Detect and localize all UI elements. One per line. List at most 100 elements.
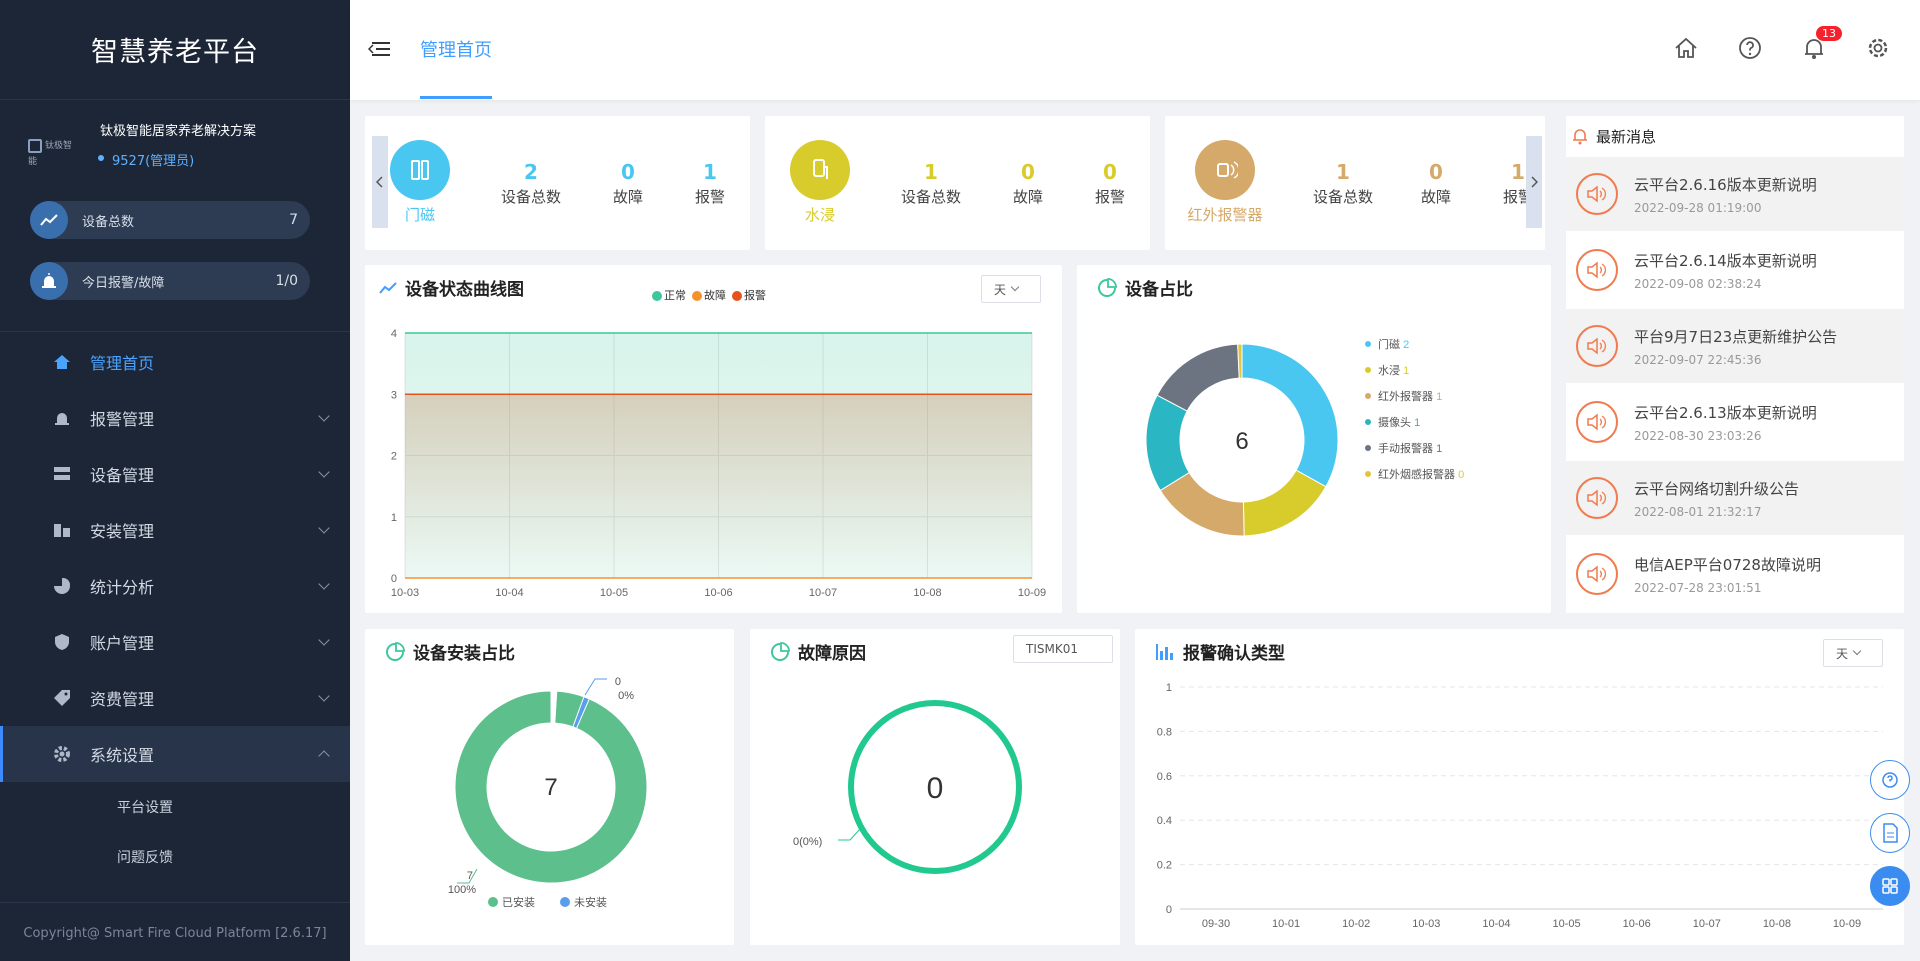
bell-icon bbox=[1572, 127, 1588, 145]
legend-dot bbox=[1365, 445, 1371, 451]
carousel-next-button[interactable] bbox=[1526, 136, 1542, 228]
device-total-pill[interactable]: 设备总数 7 bbox=[30, 201, 310, 239]
apps-float-button[interactable] bbox=[1870, 866, 1910, 906]
divider bbox=[0, 902, 350, 903]
menu-item-device[interactable]: 设备管理 bbox=[0, 446, 350, 502]
door-sensor-icon bbox=[390, 140, 450, 200]
home-icon[interactable] bbox=[1672, 34, 1700, 62]
ratio-chart-card: 设备占比 6 门磁 2 水浸 1 红外报警器 1 摄像头 1 手动报警器 1 红外烟感报警器… bbox=[1077, 265, 1551, 613]
speaker-icon bbox=[1576, 173, 1618, 215]
fault-chart-plot: 0 0(0%) bbox=[793, 700, 1022, 874]
legend-label: 红外烟感报警器 0 bbox=[1378, 467, 1464, 481]
news-item[interactable]: 云平台2.6.16版本更新说明 2022-09-28 01:19:00 bbox=[1566, 157, 1904, 231]
menu-item-account[interactable]: 账户管理 bbox=[0, 614, 350, 670]
news-item-date: 2022-08-01 21:32:17 bbox=[1634, 504, 1762, 519]
menu-item-billing[interactable]: 资费管理 bbox=[0, 670, 350, 726]
speaker-icon bbox=[1576, 477, 1618, 519]
legend-dot bbox=[1365, 341, 1371, 347]
notification-badge: 13 bbox=[1816, 26, 1842, 41]
menu-label: 系统设置 bbox=[90, 746, 155, 765]
menu-label: 报警管理 bbox=[90, 410, 155, 429]
speaker-icon bbox=[1576, 401, 1618, 443]
y-tick-label: 0 bbox=[391, 573, 397, 585]
chevron-down-icon bbox=[318, 410, 330, 422]
uninstalled-value: 0 bbox=[615, 676, 621, 688]
company-info: 钛极智能 钛极智能居家养老解决方案 9527(管理员) bbox=[28, 120, 328, 170]
x-tick-label: 10-09 bbox=[1833, 918, 1861, 930]
infrared-sensor-icon bbox=[1195, 140, 1255, 200]
donut-slice bbox=[1242, 469, 1327, 537]
device-card-infrared: 红外报警器 1 设备总数 0 故障 1 报警 bbox=[1165, 116, 1545, 250]
fault-label: 0(0%) bbox=[793, 836, 822, 848]
x-tick-label: 10-03 bbox=[1412, 918, 1440, 930]
news-item-title: 云平台2.6.13版本更新说明 bbox=[1634, 403, 1817, 422]
menu-toggle-icon[interactable] bbox=[368, 40, 390, 58]
carousel-prev-button[interactable] bbox=[372, 136, 388, 228]
news-item[interactable]: 云平台2.6.13版本更新说明 2022-08-30 23:03:26 bbox=[1566, 385, 1904, 459]
uninstalled-pct: 0% bbox=[618, 690, 634, 702]
x-tick-label: 10-04 bbox=[495, 587, 523, 599]
menu-item-home[interactable]: 管理首页 bbox=[0, 334, 350, 390]
news-item-title: 电信AEP平台0728故障说明 bbox=[1634, 555, 1821, 574]
news-item[interactable]: 平台9月7日23点更新维护公告 2022-09-07 22:45:36 bbox=[1566, 309, 1904, 383]
company-name: 钛极智能居家养老解决方案 bbox=[100, 124, 257, 139]
siren-icon bbox=[30, 262, 68, 300]
news-item-date: 2022-07-28 23:01:51 bbox=[1634, 580, 1762, 595]
legend-dot bbox=[1365, 419, 1371, 425]
device-card-door: 门磁 2 设备总数 0 故障 1 报警 bbox=[365, 116, 750, 250]
alarm-type-chart-card: 报警确认类型 天 0 0.2 0.4 0.6 0.8 1 09-30 10-01 10-02 10… bbox=[1135, 629, 1904, 945]
pie-icon bbox=[52, 576, 72, 596]
settings-icon[interactable] bbox=[1864, 34, 1892, 62]
speaker-icon bbox=[1576, 249, 1618, 291]
menu-item-system[interactable]: 系统设置 bbox=[0, 726, 350, 782]
legend-label-uninstalled: 未安装 bbox=[574, 895, 607, 909]
news-item[interactable]: 云平台网络切割升级公告 2022-08-01 21:32:17 bbox=[1566, 461, 1904, 535]
legend-label: 红外报警器 1 bbox=[1378, 389, 1442, 403]
help-icon[interactable] bbox=[1736, 34, 1764, 62]
home-icon bbox=[52, 352, 72, 372]
donut-slice bbox=[1156, 343, 1240, 412]
building-icon bbox=[52, 520, 72, 540]
status-chart-plot: 0 1 2 3 4 10-03 10-04 10-05 10-06 10-07 10-08 10-09 bbox=[391, 328, 1046, 599]
news-item-date: 2022-08-30 23:03:26 bbox=[1634, 428, 1762, 443]
x-tick-label: 10-05 bbox=[600, 587, 628, 599]
news-header: 最新消息 bbox=[1566, 116, 1656, 156]
submenu-platform-settings[interactable]: 平台设置 bbox=[0, 782, 350, 832]
document-float-button[interactable] bbox=[1870, 813, 1910, 853]
menu-item-stats[interactable]: 统计分析 bbox=[0, 558, 350, 614]
news-item[interactable]: 电信AEP平台0728故障说明 2022-07-28 23:01:51 bbox=[1566, 537, 1904, 611]
user-role: 9527(管理员) bbox=[97, 150, 194, 169]
y-tick-label: 0.8 bbox=[1157, 726, 1172, 738]
alarm-today-pill[interactable]: 今日报警/故障 1/0 bbox=[30, 262, 310, 300]
news-item-title: 云平台2.6.16版本更新说明 bbox=[1634, 175, 1817, 194]
gear-icon bbox=[52, 744, 72, 764]
legend-label: 手动报警器 1 bbox=[1378, 441, 1442, 455]
y-tick-label: 2 bbox=[391, 451, 397, 463]
donut-center-value: 0 bbox=[927, 772, 944, 805]
news-item-title: 云平台2.6.14版本更新说明 bbox=[1634, 251, 1817, 270]
menu-item-alarm[interactable]: 报警管理 bbox=[0, 390, 350, 446]
top-bar: 管理首页 13 bbox=[350, 0, 1920, 100]
install-chart-plot: 7 0 0% 7 100% 已安装 未安装 bbox=[448, 676, 648, 909]
menu-label: 设备管理 bbox=[90, 466, 155, 485]
bell-icon[interactable]: 13 bbox=[1800, 26, 1842, 62]
speaker-icon bbox=[1576, 325, 1618, 367]
tag-icon bbox=[52, 688, 72, 708]
news-item[interactable]: 云平台2.6.14版本更新说明 2022-09-08 02:38:24 bbox=[1566, 233, 1904, 307]
news-item-title: 平台9月7日23点更新维护公告 bbox=[1634, 327, 1838, 346]
support-float-button[interactable] bbox=[1870, 760, 1910, 800]
x-tick-label: 10-07 bbox=[1693, 918, 1721, 930]
submenu-feedback[interactable]: 问题反馈 bbox=[0, 832, 350, 882]
install-chart-card: 设备安装占比 7 0 0% 7 100% 已安装 未安装 bbox=[365, 629, 734, 945]
y-tick-label: 3 bbox=[391, 389, 397, 401]
menu-item-install[interactable]: 安装管理 bbox=[0, 502, 350, 558]
y-tick-label: 0.4 bbox=[1157, 815, 1172, 827]
device-total: 1 设备总数 bbox=[1312, 160, 1373, 206]
installed-pct: 100% bbox=[448, 884, 476, 896]
leader-line bbox=[584, 678, 607, 696]
device-total-label: 设备总数 bbox=[82, 214, 135, 230]
device-name: 水浸 bbox=[804, 206, 835, 224]
speaker-icon bbox=[1576, 553, 1618, 595]
installed-value: 7 bbox=[467, 870, 473, 882]
tab-home[interactable]: 管理首页 bbox=[420, 36, 492, 62]
